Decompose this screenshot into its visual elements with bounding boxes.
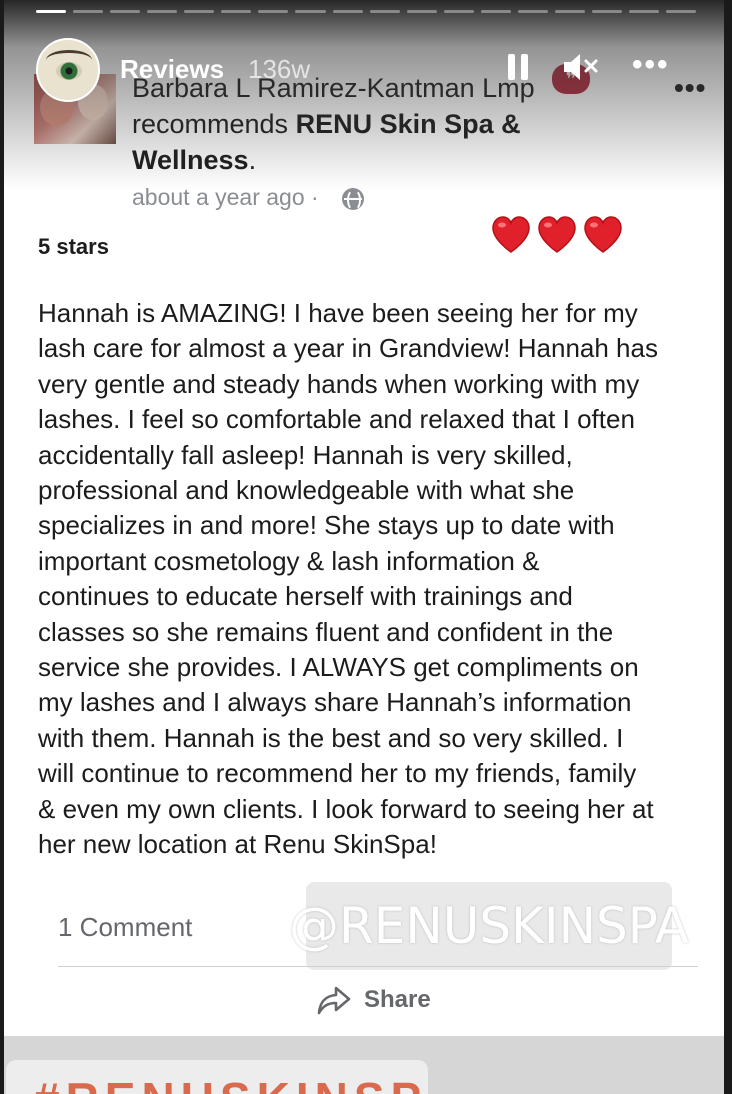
progress-segment (406, 10, 437, 13)
bottom-sticker: #RENUSKINSPA (6, 1060, 428, 1094)
watermark-sticker: @RENUSKINSPA (289, 882, 689, 970)
progress-segment (629, 10, 660, 13)
progress-segment (295, 10, 326, 13)
progress-segment (666, 10, 697, 13)
heart-icon (536, 214, 578, 256)
progress-segment (554, 10, 585, 13)
share-label: Share (364, 986, 431, 1013)
progress-segment (184, 10, 215, 13)
progress-segment (221, 10, 252, 13)
review-body: Hannah is AMAZING! I have been seeing he… (38, 298, 658, 860)
progress-segment (591, 10, 622, 13)
divider (58, 966, 698, 967)
heart-icon (582, 214, 624, 256)
progress-segment (443, 10, 474, 13)
story-frame: Barbara L Ramirez-Kantman Lmp recommends… (4, 0, 724, 1094)
comments-link[interactable]: 1 Comment (58, 912, 192, 943)
avatar-eye (56, 62, 82, 80)
progress-segment (369, 10, 400, 13)
mute-icon[interactable] (562, 50, 602, 84)
progress-segment (258, 10, 289, 13)
bottom-sticker-text: #RENUSKINSPA (34, 1072, 428, 1094)
share-button[interactable]: Share (316, 982, 431, 1018)
story-avatar[interactable] (36, 38, 100, 102)
period: . (248, 145, 257, 175)
story-progress (36, 10, 697, 13)
progress-segment (480, 10, 511, 13)
globe-icon (342, 188, 364, 211)
story-header: Reviews 136w ••• (36, 38, 708, 102)
story-title[interactable]: Reviews (120, 54, 224, 85)
progress-segment (517, 10, 548, 13)
share-icon (317, 986, 351, 1015)
time-separator: · (311, 184, 319, 210)
progress-segment (147, 10, 178, 13)
time-text: about a year ago (132, 184, 305, 210)
heart-icon (490, 214, 532, 256)
hearts-row (490, 214, 624, 256)
story-more-icon[interactable]: ••• (632, 48, 670, 82)
rating-label: 5 stars (38, 234, 109, 259)
progress-segment (332, 10, 363, 13)
story-age: 136w (248, 54, 311, 84)
review-time: about a year ago · (132, 184, 319, 211)
progress-segment (110, 10, 141, 13)
recommends-word: recommends (132, 109, 289, 139)
progress-segment (36, 10, 67, 13)
progress-segment (73, 10, 104, 13)
pause-icon[interactable] (506, 50, 530, 82)
